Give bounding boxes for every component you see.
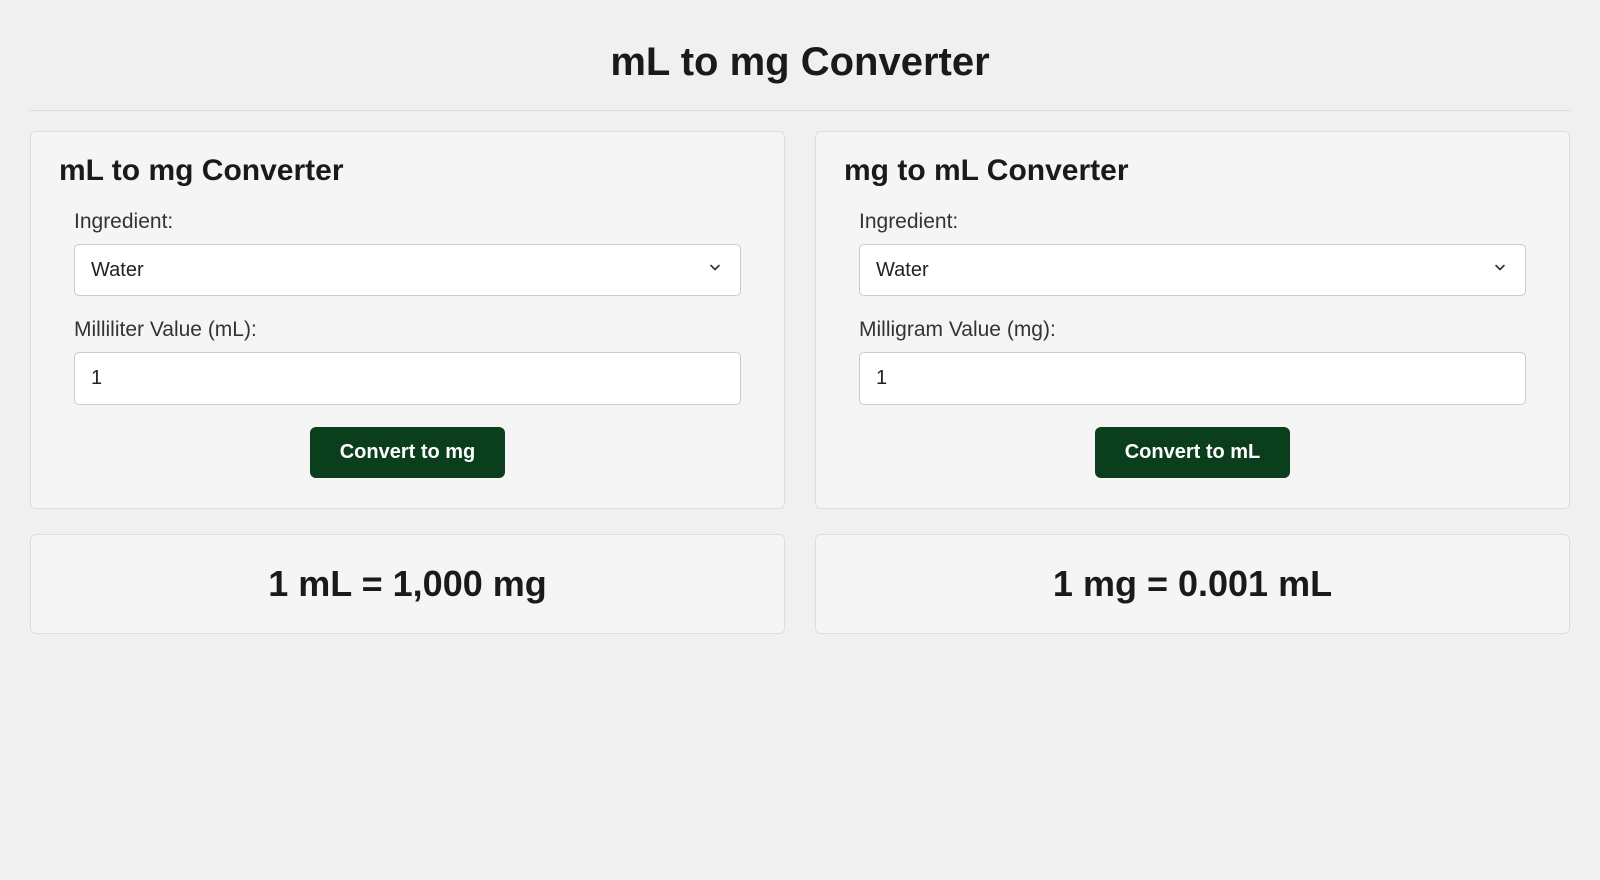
- ingredient-select-left[interactable]: Water: [74, 244, 741, 296]
- ingredient-label-left: Ingredient:: [74, 210, 741, 234]
- result-card-left: 1 mL = 1,000 mg: [30, 534, 785, 634]
- ml-value-input[interactable]: [74, 352, 741, 405]
- ingredient-select-right[interactable]: Water: [859, 244, 1526, 296]
- card-title-mg-to-ml: mg to mL Converter: [844, 154, 1541, 188]
- ingredient-select-wrapper-left: Water: [74, 244, 741, 296]
- value-label-left: Milliliter Value (mL):: [74, 318, 741, 342]
- result-text-left: 1 mL = 1,000 mg: [51, 563, 764, 605]
- convert-to-ml-button[interactable]: Convert to mL: [1095, 427, 1291, 478]
- ingredient-group-right: Ingredient: Water: [859, 210, 1526, 296]
- value-group-left: Milliliter Value (mL):: [74, 318, 741, 405]
- button-row-right: Convert to mL: [844, 427, 1541, 478]
- page-title: mL to mg Converter: [30, 20, 1570, 111]
- result-text-right: 1 mg = 0.001 mL: [836, 563, 1549, 605]
- mg-to-ml-card: mg to mL Converter Ingredient: Water Mil…: [815, 131, 1570, 509]
- right-column: mg to mL Converter Ingredient: Water Mil…: [815, 131, 1570, 634]
- left-column: mL to mg Converter Ingredient: Water Mil…: [30, 131, 785, 634]
- ingredient-label-right: Ingredient:: [859, 210, 1526, 234]
- ingredient-select-wrapper-right: Water: [859, 244, 1526, 296]
- mg-value-input[interactable]: [859, 352, 1526, 405]
- ingredient-group-left: Ingredient: Water: [74, 210, 741, 296]
- card-title-ml-to-mg: mL to mg Converter: [59, 154, 756, 188]
- value-label-right: Milligram Value (mg):: [859, 318, 1526, 342]
- converter-grid: mL to mg Converter Ingredient: Water Mil…: [30, 131, 1570, 634]
- convert-to-mg-button[interactable]: Convert to mg: [310, 427, 506, 478]
- value-group-right: Milligram Value (mg):: [859, 318, 1526, 405]
- ml-to-mg-card: mL to mg Converter Ingredient: Water Mil…: [30, 131, 785, 509]
- result-card-right: 1 mg = 0.001 mL: [815, 534, 1570, 634]
- button-row-left: Convert to mg: [59, 427, 756, 478]
